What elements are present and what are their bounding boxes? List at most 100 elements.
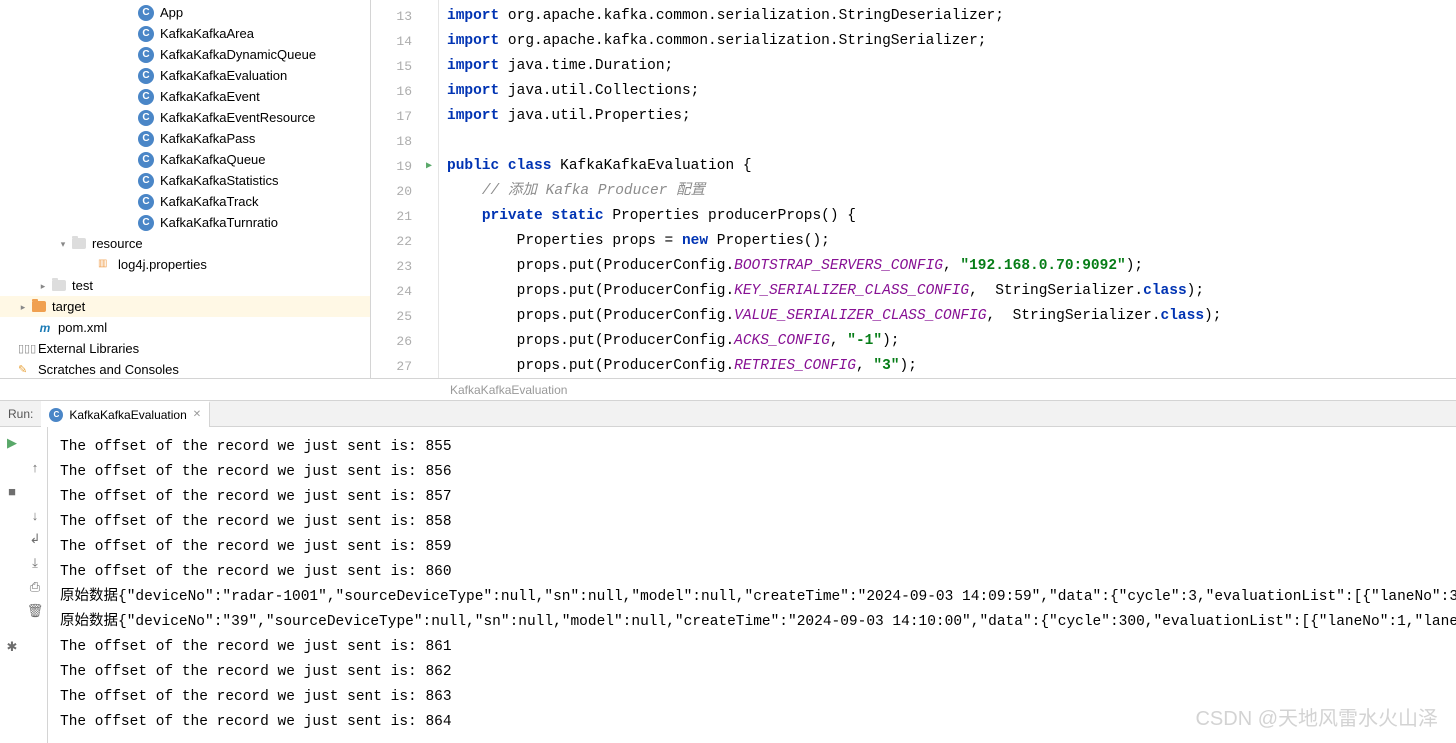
tree-item-label: KafkaKafkaTrack	[160, 194, 259, 209]
tree-item[interactable]: CKafkaKafkaArea	[0, 23, 370, 44]
debug-icon[interactable]: ✱	[4, 639, 20, 655]
class-icon: C	[138, 173, 154, 189]
console-line: The offset of the record we just sent is…	[60, 485, 1444, 510]
chevron-down-icon[interactable]: ▾	[58, 239, 68, 249]
close-icon[interactable]: ✕	[193, 409, 201, 420]
code-line[interactable]: props.put(ProducerConfig.ACKS_CONFIG, "-…	[447, 329, 1456, 354]
line-number[interactable]: 20	[371, 179, 438, 204]
code-line[interactable]: import org.apache.kafka.common.serializa…	[447, 4, 1456, 29]
tree-item-label: KafkaKafkaTurnratio	[160, 215, 278, 230]
line-number[interactable]: 22	[371, 229, 438, 254]
code-line[interactable]: private static Properties producerProps(…	[447, 204, 1456, 229]
line-number[interactable]: 24	[371, 279, 438, 304]
line-number[interactable]: 23	[371, 254, 438, 279]
class-icon: C	[138, 152, 154, 168]
console-line: The offset of the record we just sent is…	[60, 535, 1444, 560]
tree-item[interactable]: ▾ resource	[0, 233, 370, 254]
code-line[interactable]: props.put(ProducerConfig.KEY_SERIALIZER_…	[447, 279, 1456, 304]
line-number[interactable]: 16	[371, 79, 438, 104]
code-line[interactable]: import java.time.Duration;	[447, 54, 1456, 79]
line-number[interactable]: 17	[371, 104, 438, 129]
line-number[interactable]: 21	[371, 204, 438, 229]
console-line: The offset of the record we just sent is…	[60, 460, 1444, 485]
line-number[interactable]: 25	[371, 304, 438, 329]
line-number[interactable]: 13	[371, 4, 438, 29]
down-arrow-icon[interactable]: ↓	[27, 507, 43, 523]
line-number[interactable]: 19	[371, 154, 438, 179]
tree-item[interactable]: CKafkaKafkaPass	[0, 128, 370, 149]
tree-item[interactable]: ▯▯▯External Libraries	[0, 338, 370, 359]
class-icon: C	[138, 215, 154, 231]
up-arrow-icon[interactable]: ↑	[27, 459, 43, 475]
tree-item[interactable]: ✎Scratches and Consoles	[0, 359, 370, 378]
code-line[interactable]: Properties props = new Properties();	[447, 229, 1456, 254]
tree-item[interactable]: ▸test	[0, 275, 370, 296]
editor-gutter: 131415161718192021222324252627	[371, 0, 439, 378]
line-number[interactable]: 14	[371, 29, 438, 54]
breadcrumb[interactable]: KafkaKafkaEvaluation	[0, 378, 1456, 400]
code-line[interactable]: props.put(ProducerConfig.BOOTSTRAP_SERVE…	[447, 254, 1456, 279]
code-editor[interactable]: 131415161718192021222324252627 import or…	[370, 0, 1456, 378]
chevron-right-icon[interactable]: ▸	[18, 302, 28, 312]
class-icon: C	[138, 89, 154, 105]
print-icon[interactable]: ⎙	[27, 579, 43, 595]
tree-item[interactable]: ▥log4j.properties	[0, 254, 370, 275]
class-icon: C	[138, 26, 154, 42]
project-tree[interactable]: CAppCKafkaKafkaAreaCKafkaKafkaDynamicQue…	[0, 0, 370, 378]
tree-item[interactable]: ▸ target	[0, 296, 370, 317]
soft-wrap-icon[interactable]: ↲	[27, 531, 43, 547]
code-line[interactable]: props.put(ProducerConfig.VALUE_SERIALIZE…	[447, 304, 1456, 329]
tree-item[interactable]: C KafkaKafkaEventResource	[0, 107, 370, 128]
code-line[interactable]: // 添加 Kafka Producer 配置	[447, 179, 1456, 204]
maven-icon: m	[38, 321, 52, 335]
console-line: The offset of the record we just sent is…	[60, 560, 1444, 585]
console-line: The offset of the record we just sent is…	[60, 435, 1444, 460]
tree-item[interactable]: C KafkaKafkaTrack	[0, 191, 370, 212]
run-toolbar: ▶ ↑ ■ ↓ ↲ ⤓ ⎙ 🗑 ✱	[0, 427, 48, 743]
code-line[interactable]: import java.util.Collections;	[447, 79, 1456, 104]
console-output[interactable]: The offset of the record we just sent is…	[48, 427, 1456, 743]
code-line[interactable]: public class KafkaKafkaEvaluation {	[447, 154, 1456, 179]
class-icon: C	[138, 131, 154, 147]
console-line: The offset of the record we just sent is…	[60, 685, 1444, 710]
class-icon: C	[138, 5, 154, 21]
tree-item-label: KafkaKafkaEventResource	[160, 110, 315, 125]
class-icon: C	[138, 194, 154, 210]
console-line: The offset of the record we just sent is…	[60, 510, 1444, 535]
tree-item[interactable]: C KafkaKafkaDynamicQueue	[0, 44, 370, 65]
code-line[interactable]: import java.util.Properties;	[447, 104, 1456, 129]
run-tab[interactable]: C KafkaKafkaEvaluation ✕	[41, 401, 210, 427]
clear-icon[interactable]: 🗑	[27, 603, 43, 619]
console-line: The offset of the record we just sent is…	[60, 710, 1444, 735]
folder-icon	[72, 238, 86, 249]
code-line[interactable]	[447, 129, 1456, 154]
class-icon: C	[138, 110, 154, 126]
tree-item-label: target	[52, 299, 85, 314]
tree-item[interactable]: CApp	[0, 2, 370, 23]
code-pane[interactable]: import org.apache.kafka.common.serializa…	[439, 0, 1456, 378]
class-icon: C	[49, 408, 63, 422]
run-header: Run: C KafkaKafkaEvaluation ✕	[0, 401, 1456, 427]
tree-item[interactable]: CKafkaKafkaEvent	[0, 86, 370, 107]
tree-item-label: KafkaKafkaDynamicQueue	[160, 47, 316, 62]
library-icon: ▯▯▯	[18, 342, 32, 356]
tree-item[interactable]: mpom.xml	[0, 317, 370, 338]
line-number[interactable]: 15	[371, 54, 438, 79]
tree-item[interactable]: CKafkaKafkaEvaluation	[0, 65, 370, 86]
tree-item[interactable]: CKafkaKafkaQueue	[0, 149, 370, 170]
code-line[interactable]: props.put(ProducerConfig.RETRIES_CONFIG,…	[447, 354, 1456, 378]
tree-item[interactable]: C KafkaKafkaTurnratio	[0, 212, 370, 233]
class-icon: C	[138, 47, 154, 63]
tree-item[interactable]: CKafkaKafkaStatistics	[0, 170, 370, 191]
rerun-icon[interactable]: ▶	[4, 435, 20, 451]
chevron-right-icon[interactable]: ▸	[38, 281, 48, 291]
folder-icon	[32, 301, 46, 312]
scroll-to-end-icon[interactable]: ⤓	[27, 555, 43, 571]
line-number[interactable]: 27	[371, 354, 438, 378]
line-number[interactable]: 18	[371, 129, 438, 154]
stop-icon[interactable]: ■	[4, 483, 20, 499]
line-number[interactable]: 26	[371, 329, 438, 354]
code-line[interactable]: import org.apache.kafka.common.serializa…	[447, 29, 1456, 54]
tree-item-label: resource	[92, 236, 143, 251]
console-line: The offset of the record we just sent is…	[60, 660, 1444, 685]
